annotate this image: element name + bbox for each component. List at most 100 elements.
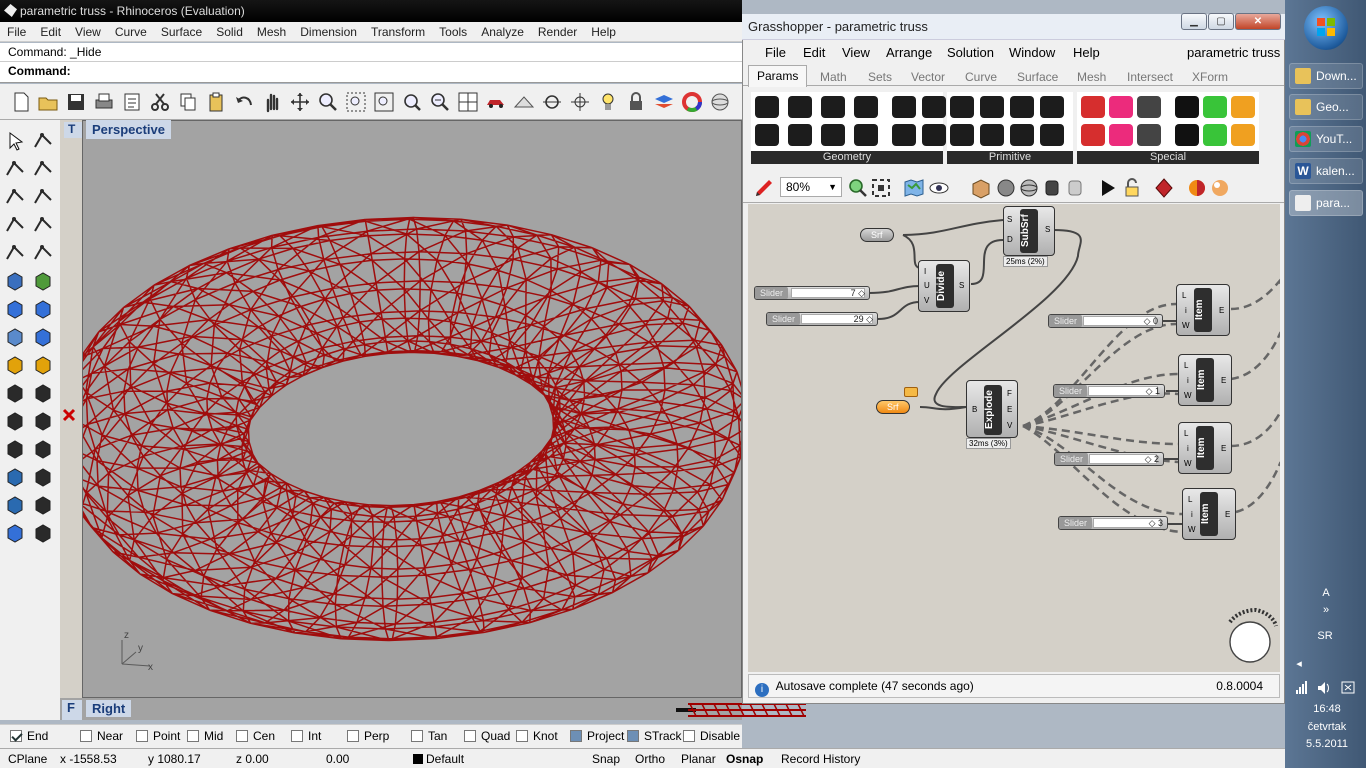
truss-model[interactable] <box>83 121 741 697</box>
align-icon[interactable] <box>32 438 54 460</box>
layer-icon[interactable] <box>653 91 675 113</box>
mirror-icon[interactable] <box>32 494 54 516</box>
viewport-tab-right[interactable]: Right <box>86 700 132 717</box>
data-recorder-icon[interactable] <box>1137 96 1161 118</box>
port-f-out[interactable]: F <box>1007 389 1012 398</box>
port-w[interactable]: W <box>1184 391 1192 400</box>
port-l[interactable]: L <box>1184 361 1188 370</box>
slider-v[interactable]: Slider 29 ◇ <box>766 312 878 326</box>
taskbar-item-downloads[interactable]: Down... <box>1289 63 1363 89</box>
colour-swatch-icon[interactable] <box>1081 96 1105 118</box>
language-code[interactable]: SR <box>1310 630 1340 642</box>
cplane-label[interactable]: CPlane <box>8 752 47 766</box>
save-icon[interactable] <box>65 91 87 113</box>
cylinder-light-icon[interactable] <box>1064 177 1086 199</box>
ellipse-icon[interactable] <box>32 186 54 208</box>
point-icon[interactable] <box>569 91 591 113</box>
osnap-cen[interactable]: Cen <box>236 729 275 743</box>
boolean-icon[interactable] <box>32 382 54 404</box>
port-s-out[interactable]: S <box>959 281 964 290</box>
zoom-extents-icon[interactable] <box>870 177 892 199</box>
tray-expand-icon[interactable]: ◂ <box>1294 657 1304 670</box>
osnap-point[interactable]: Point <box>136 729 180 743</box>
new-file-icon[interactable] <box>10 91 32 113</box>
menu-view[interactable]: View <box>68 22 108 42</box>
rotate-view-icon[interactable] <box>289 91 311 113</box>
sphere-icon[interactable] <box>32 298 54 320</box>
dimension-icon[interactable] <box>4 410 26 432</box>
time-param-icon[interactable] <box>1040 124 1064 146</box>
menu-help[interactable]: Help <box>584 22 623 42</box>
box-icon[interactable] <box>970 177 992 199</box>
tab-sets[interactable]: Sets <box>868 70 892 84</box>
port-i[interactable]: i <box>1185 306 1187 315</box>
port-w[interactable]: W <box>1188 525 1196 534</box>
box-icon[interactable] <box>4 298 26 320</box>
planar-toggle[interactable]: Planar <box>681 752 716 766</box>
text-param-icon[interactable] <box>980 124 1004 146</box>
port-e-out[interactable]: E <box>1007 405 1012 414</box>
osnap-strack[interactable]: STrack <box>627 729 682 743</box>
gh-menu-window[interactable]: Window <box>1009 45 1055 60</box>
clock-date[interactable]: 5.5.2011 <box>1294 738 1360 750</box>
galapagos-icon[interactable] <box>1203 96 1227 118</box>
osnap-perp[interactable]: Perp <box>347 729 389 743</box>
explode-component[interactable]: B F E V Explode <box>966 380 1018 438</box>
grid-icon[interactable] <box>513 91 535 113</box>
snap-toggle[interactable]: Snap <box>592 752 620 766</box>
integer-param-icon[interactable] <box>1010 96 1034 118</box>
item-component[interactable]: Li W E Item <box>1178 354 1232 406</box>
vector-param-icon[interactable] <box>755 124 779 146</box>
tab-xform[interactable]: XForm <box>1192 70 1228 84</box>
taskbar-item-word[interactable]: Wkalen... <box>1289 158 1363 184</box>
checkbox[interactable] <box>80 730 92 742</box>
port-v-in[interactable]: V <box>924 296 929 305</box>
render-sphere-icon[interactable] <box>1209 177 1231 199</box>
clock-day[interactable]: četvrtak <box>1294 721 1360 733</box>
pan-icon[interactable] <box>261 91 283 113</box>
gh-menu-view[interactable]: View <box>842 45 870 60</box>
menu-transform[interactable]: Transform <box>364 22 432 42</box>
checkbox[interactable] <box>683 730 695 742</box>
field-param-icon[interactable] <box>892 124 916 146</box>
properties-icon[interactable] <box>121 91 143 113</box>
boolean-param-icon[interactable] <box>950 96 974 118</box>
zoom-icon[interactable] <box>847 177 869 199</box>
menu-edit[interactable]: Edit <box>33 22 68 42</box>
snap-icon[interactable] <box>4 438 26 460</box>
light-icon[interactable] <box>597 91 619 113</box>
circle-icon[interactable] <box>4 186 26 208</box>
port-i[interactable]: i <box>1191 510 1193 519</box>
box-param-icon[interactable] <box>892 96 916 118</box>
checkbox[interactable] <box>516 730 528 742</box>
port-b-in[interactable]: B <box>972 405 977 414</box>
lock-solver-icon[interactable] <box>1121 177 1143 199</box>
preview-eye-icon[interactable] <box>928 177 954 199</box>
item-component[interactable]: Li W E Item <box>1182 488 1236 540</box>
plane-icon[interactable] <box>32 326 54 348</box>
port-l[interactable]: L <box>1182 291 1186 300</box>
select-arrow-icon[interactable] <box>4 130 26 152</box>
slider-index[interactable]: Slider ◇ 2 <box>1054 452 1164 466</box>
checkbox[interactable] <box>236 730 248 742</box>
osnap-icon[interactable] <box>541 91 563 113</box>
curve-icon[interactable] <box>32 158 54 180</box>
ortho-toggle[interactable]: Ortho <box>635 752 665 766</box>
checkbox[interactable] <box>291 730 303 742</box>
menu-tools[interactable]: Tools <box>432 22 474 42</box>
osnap-project[interactable]: Project <box>570 729 624 743</box>
language-indicator[interactable]: A <box>1316 587 1336 599</box>
osnap-int[interactable]: Int <box>291 729 321 743</box>
port-l[interactable]: L <box>1184 429 1188 438</box>
tab-math[interactable]: Math <box>820 70 847 84</box>
print-icon[interactable] <box>93 91 115 113</box>
port-i[interactable]: i <box>1187 376 1189 385</box>
open-file-icon[interactable] <box>37 91 59 113</box>
image-sampler-icon[interactable] <box>1231 96 1255 118</box>
zoom-all-icon[interactable] <box>401 91 423 113</box>
tab-vector[interactable]: Vector <box>911 70 945 84</box>
array-icon[interactable] <box>4 494 26 516</box>
matrix-param-icon[interactable] <box>1010 124 1034 146</box>
paste-icon[interactable] <box>205 91 227 113</box>
bake-icon[interactable] <box>1153 177 1179 199</box>
